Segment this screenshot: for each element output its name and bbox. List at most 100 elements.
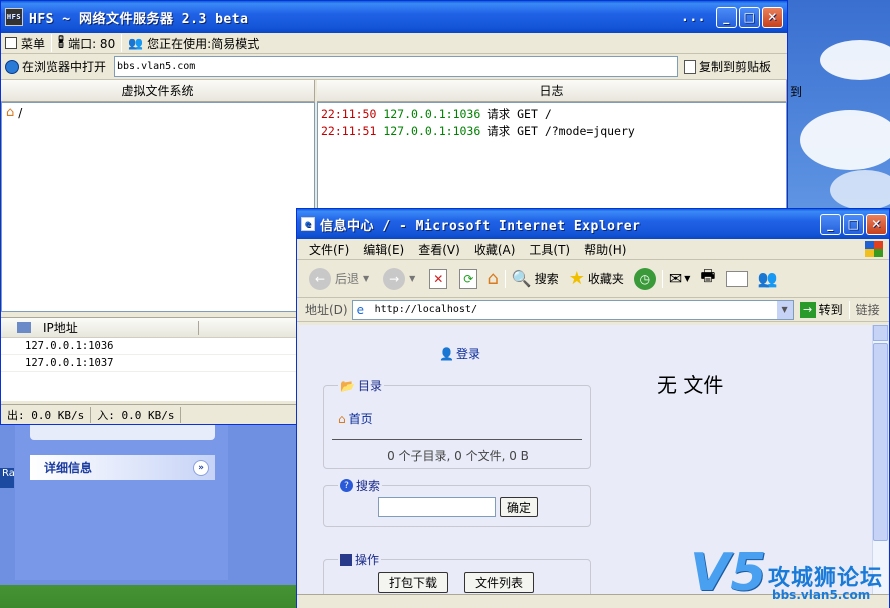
network-icon (17, 322, 31, 333)
details-panel-header[interactable]: 详细信息 » (30, 455, 215, 480)
home-icon: ⌂ (6, 105, 15, 120)
open-browser-label: 在浏览器中打开 (22, 60, 107, 74)
go-arrow-icon: → (799, 301, 816, 318)
plug-icon: 🖁 (58, 34, 65, 49)
log-row: 22:11:50 127.0.0.1:1036 请求 GET / (321, 107, 552, 121)
address-dropdown-icon[interactable]: ▼ (776, 300, 793, 319)
login-label: 登录 (455, 347, 480, 361)
refresh-icon[interactable]: ⟳ (459, 268, 478, 289)
watermark-url: bbs.vlan5.com (772, 588, 871, 602)
login-link[interactable]: 👤 登录 (439, 345, 480, 362)
page-icon: e (356, 302, 364, 317)
vfs-root-label: / (18, 105, 23, 120)
ie-toolbar: ← 后退 ▼ → ▼ ✕ ⟳ ⌂ 🔍 搜索 ★ 收藏夹 ◷ ✉ ▼ 🖶 👥 (297, 260, 889, 298)
messenger-icon[interactable]: 👥 (758, 269, 778, 288)
ie-logo-icon: e (301, 217, 315, 231)
star-icon: ★ (568, 268, 585, 289)
folder-icon: 📂 (340, 378, 355, 393)
maximize-button[interactable]: □ (739, 6, 760, 28)
vfs-header: 虚拟文件系统 (1, 80, 315, 102)
search-label: 搜索 (534, 272, 559, 286)
history-icon[interactable]: ◷ (633, 267, 656, 290)
search-icon: 🔍 (511, 269, 532, 288)
search-submit-button[interactable]: 确定 (500, 497, 539, 517)
ie-close-button[interactable]: ✕ (866, 213, 887, 235)
edit-icon[interactable] (725, 270, 748, 287)
v5-logo: V5 (690, 543, 767, 603)
search-input[interactable] (378, 497, 496, 517)
background-window: 详细信息 » Ra (0, 400, 300, 585)
hfs-title-extra: ... (681, 9, 706, 25)
menu-help[interactable]: 帮助(H) (584, 241, 626, 258)
log-header: 日志 (317, 80, 787, 102)
ie-maximize-button[interactable]: □ (843, 213, 864, 235)
users-icon: 👥 (128, 36, 144, 50)
actions-legend: 操作 (338, 551, 382, 568)
download-archive-button[interactable]: 打包下载 (378, 572, 449, 593)
browser-icon (5, 59, 19, 74)
links-label[interactable]: 链接 (856, 301, 880, 318)
right-fragment-label: 到 (790, 85, 803, 99)
close-button[interactable]: ✕ (762, 6, 783, 28)
file-list-button[interactable]: 文件列表 (464, 572, 535, 593)
actions-fieldset: 操作 打包下载 文件列表 (323, 551, 591, 595)
ie-menu-bar: 文件(F) 编辑(E) 查看(V) 收藏(A) 工具(T) 帮助(H) (297, 239, 889, 260)
open-in-browser-button[interactable]: 在浏览器中打开 (5, 58, 106, 75)
no-files-text: 无 文件 (657, 373, 724, 397)
mode-label: 您正在使用:简易模式 (147, 36, 260, 51)
address-label: 地址(D) (305, 303, 348, 317)
mail-icon[interactable]: ✉ (669, 269, 682, 288)
home-icon[interactable]: ⌂ (487, 268, 498, 289)
port-label: 端口: 80 (68, 36, 116, 51)
hfs-title: HFS ~ 网络文件服务器 2.3 beta (29, 11, 249, 27)
menu-button[interactable]: 菜单 (5, 35, 45, 52)
menu-tools[interactable]: 工具(T) (529, 241, 570, 258)
stop-icon[interactable]: ✕ (429, 268, 448, 289)
address-input[interactable] (374, 301, 777, 318)
ip-column-header: IP地址 (43, 321, 78, 335)
copy-label: 复制到剪贴板 (699, 60, 772, 74)
directory-legend: 📂 目录 (338, 377, 384, 394)
home-icon: ⌂ (338, 411, 346, 426)
user-icon: 👤 (439, 346, 454, 361)
ie-title: 信息中心 / - Microsoft Internet Explorer (320, 218, 641, 234)
log-row: 22:11:51 127.0.0.1:1036 请求 GET /?mode=jq… (321, 124, 635, 138)
ie-minimize-button[interactable]: _ (820, 213, 841, 235)
vfs-root-item[interactable]: ⌂ / (6, 105, 310, 120)
search-button[interactable]: 🔍 搜索 (512, 269, 559, 288)
back-label: 后退 (335, 272, 360, 286)
menu-icon (5, 37, 17, 49)
ie-title-bar[interactable]: e 信息中心 / - Microsoft Internet Explorer _… (297, 209, 889, 239)
chevron-down-icon[interactable]: » (193, 459, 209, 476)
back-button[interactable]: ← 后退 ▼ (309, 267, 369, 290)
url-input[interactable] (114, 56, 679, 77)
menu-view[interactable]: 查看(V) (418, 241, 460, 258)
watermark: V5 攻城狮论坛 bbs.vlan5.com (690, 544, 890, 606)
download-speed: 入: 0.0 KB/s (91, 406, 182, 423)
favorites-label: 收藏夹 (587, 272, 624, 286)
favorites-button[interactable]: ★ 收藏夹 (569, 268, 624, 289)
copy-clipboard-button[interactable]: 复制到剪贴板 (684, 58, 771, 75)
directory-fieldset: 📂 目录 ⌂ 首页 0 个子目录, 0 个文件, 0 B (323, 377, 591, 469)
windows-logo-icon (865, 241, 883, 257)
go-button[interactable]: → 转到 (799, 301, 843, 318)
home-link[interactable]: ⌂ 首页 (338, 410, 373, 427)
menu-edit[interactable]: 编辑(E) (363, 241, 404, 258)
mode-button[interactable]: 👥 您正在使用:简易模式 (128, 35, 259, 52)
menu-file[interactable]: 文件(F) (309, 241, 349, 258)
home-link-label: 首页 (348, 412, 373, 426)
print-icon[interactable]: 🖶 (700, 265, 715, 292)
port-button[interactable]: 🖁 端口: 80 (58, 33, 115, 54)
hfs-url-bar: 在浏览器中打开 复制到剪贴板 (1, 54, 787, 80)
menu-favorites[interactable]: 收藏(A) (474, 241, 516, 258)
hfs-title-bar[interactable]: HFS HFS ~ 网络文件服务器 2.3 beta ... _ □ ✕ (1, 1, 787, 33)
help-icon: ? (340, 479, 353, 492)
directory-summary: 0 个子目录, 0 个文件, 0 B (387, 449, 529, 463)
go-label: 转到 (818, 303, 843, 317)
minimize-button[interactable]: _ (716, 6, 737, 28)
ie-address-bar: 地址(D) e ▼ → 转到 链接 (297, 298, 889, 322)
menu-label: 菜单 (21, 36, 46, 51)
vfs-tree[interactable]: ⌂ / (1, 102, 315, 312)
forward-arrow-icon[interactable]: → (383, 267, 406, 290)
search-legend: ? 搜索 (338, 477, 383, 494)
